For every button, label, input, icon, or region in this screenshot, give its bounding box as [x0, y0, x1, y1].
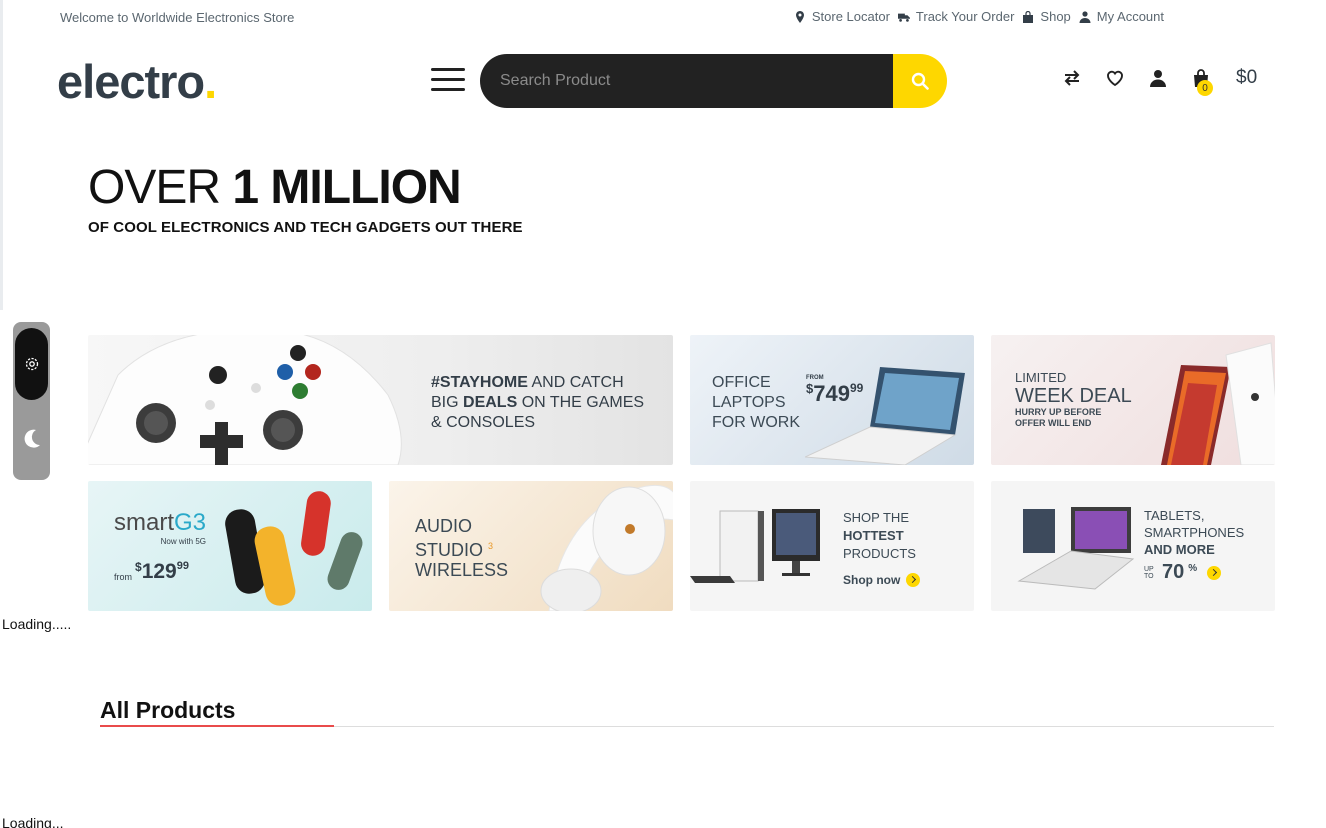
shop-now-link[interactable]: Shop now — [843, 571, 921, 589]
map-pin-icon — [795, 10, 804, 23]
user-icon — [1079, 10, 1091, 23]
banner-smartg3[interactable]: smartG3 Now with 5G from $129 99 — [88, 481, 372, 611]
top-links: Store Locator Track Your Order Shop My A… — [794, 9, 1164, 24]
cart-count-badge: 0 — [1197, 80, 1213, 96]
smartg3-banner-text: smartG3 Now with 5G from $129 99 — [114, 509, 207, 584]
gear-icon — [25, 357, 38, 371]
store-locator-link[interactable]: Store Locator — [794, 9, 890, 24]
header-icons: 0 $0 — [1060, 66, 1257, 96]
headphones-image — [540, 484, 673, 611]
tablets-laptop-image — [1017, 507, 1135, 590]
loading-text-bottom: Loading... — [2, 815, 64, 828]
cart-total[interactable]: $0 — [1236, 67, 1257, 89]
my-account-link[interactable]: My Account — [1079, 9, 1164, 24]
loading-text: Loading..... — [2, 616, 72, 632]
section-title-underline — [100, 725, 334, 727]
hero-title: OVER 1 MILLION — [88, 161, 462, 214]
search-button[interactable] — [893, 54, 947, 108]
dark-mode-moon-icon[interactable] — [22, 427, 42, 451]
cart-bag-icon[interactable]: 0 — [1189, 66, 1213, 96]
compare-icon[interactable] — [1060, 66, 1084, 90]
welcome-text: Welcome to Worldwide Electronics Store — [60, 10, 295, 25]
store-locator-label: Store Locator — [811, 9, 890, 24]
desktop-pc-image — [690, 509, 820, 583]
search-input[interactable] — [480, 54, 894, 108]
logo-dot: . — [204, 55, 217, 108]
shopping-bag-icon — [1023, 10, 1034, 23]
tablets-banner-text: TABLETS, SMARTPHONES AND MORE UP TO 70% — [1144, 508, 1245, 583]
arrow-right-icon — [1207, 565, 1222, 580]
games-banner-text: #STAYHOME AND CATCH BIG DEALS ON THE GAM… — [431, 374, 645, 431]
audio-banner-text: AUDIO STUDIO 3 WIRELESS — [415, 516, 509, 580]
banner-hottest-products[interactable]: SHOP THE HOTTEST PRODUCTS Shop now — [690, 481, 974, 611]
hero-title-light: OVER — [88, 161, 233, 214]
hero-subtitle: OF COOL ELECTRONICS AND TECH GADGETS OUT… — [88, 219, 523, 236]
settings-button[interactable] — [15, 328, 48, 400]
hottest-banner-text: SHOP THE HOTTEST PRODUCTS Shop now — [843, 509, 921, 589]
my-account-label: My Account — [1096, 9, 1164, 24]
laptop-image — [805, 367, 965, 465]
banner-tablets-smartphones[interactable]: TABLETS, SMARTPHONES AND MORE UP TO 70% — [991, 481, 1275, 611]
smartband-image — [225, 491, 363, 606]
top-bar: Welcome to Worldwide Electronics Store S… — [0, 0, 1326, 34]
search-bar — [480, 54, 947, 108]
site-header: electro. 0 $0 — [0, 46, 1326, 116]
account-user-icon[interactable] — [1146, 66, 1170, 90]
shop-link[interactable]: Shop — [1022, 9, 1071, 24]
track-order-link[interactable]: Track Your Order — [897, 9, 1015, 24]
banner-week-deal[interactable]: LIMITED WEEK DEAL HURRY UP BEFORE OFFER … — [991, 335, 1275, 465]
logo-text: electro — [57, 55, 205, 108]
side-settings-widget — [13, 322, 50, 480]
shop-label: Shop — [1040, 9, 1071, 24]
smartphone-image — [1161, 342, 1275, 465]
wishlist-heart-icon[interactable] — [1103, 66, 1127, 90]
hero-title-bold: 1 MILLION — [232, 161, 461, 214]
all-products-title: All Products — [100, 697, 236, 723]
site-logo[interactable]: electro. — [57, 54, 217, 109]
banner-games-consoles[interactable]: #STAYHOME AND CATCH BIG DEALS ON THE GAM… — [88, 335, 673, 465]
arrow-right-icon — [906, 573, 921, 587]
hamburger-menu-icon[interactable] — [431, 68, 465, 94]
track-order-label: Track Your Order — [915, 9, 1015, 24]
game-controller-image — [88, 335, 402, 465]
search-icon — [911, 72, 929, 90]
truck-icon — [897, 13, 910, 22]
banner-office-laptops[interactable]: OFFICE LAPTOPS FOR WORK FROM $749 99 — [690, 335, 974, 465]
laptops-banner-text: OFFICE LAPTOPS FOR WORK — [712, 374, 800, 431]
week-deal-banner-text: LIMITED WEEK DEAL HURRY UP BEFORE OFFER … — [1015, 370, 1132, 429]
banner-audio-studio[interactable]: AUDIO STUDIO 3 WIRELESS — [389, 481, 673, 611]
